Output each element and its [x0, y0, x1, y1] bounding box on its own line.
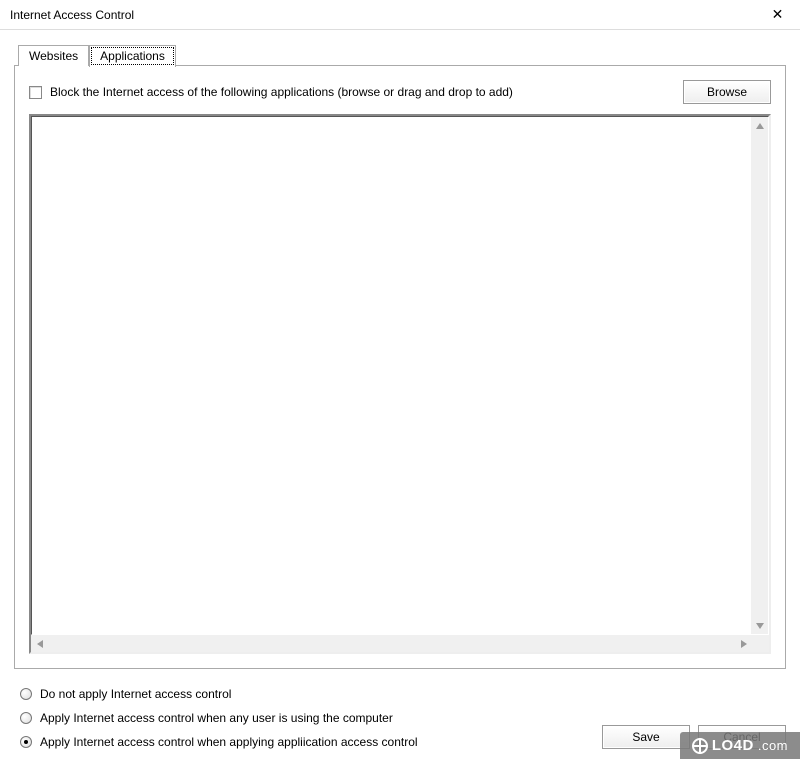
watermark: LO4D .com	[680, 732, 800, 759]
radio-none-label: Do not apply Internet access control	[40, 687, 231, 701]
tab-strip: Websites Applications	[14, 44, 786, 66]
tab-panel-applications: Block the Internet access of the followi…	[14, 65, 786, 669]
applications-listbox[interactable]	[29, 114, 771, 654]
radio-app-access-input[interactable]	[20, 736, 32, 748]
radio-app-access-label: Apply Internet access control when apply…	[40, 735, 418, 749]
list-content[interactable]	[32, 117, 751, 634]
block-checkbox[interactable]	[29, 86, 42, 99]
horizontal-scrollbar[interactable]	[31, 635, 752, 652]
watermark-text: LO4D	[712, 737, 754, 754]
save-button[interactable]: Save	[602, 725, 690, 749]
panel-top-row: Block the Internet access of the followi…	[29, 80, 771, 104]
tab-applications-label: Applications	[100, 49, 165, 63]
watermark-suffix: .com	[758, 738, 788, 753]
window-title: Internet Access Control	[10, 8, 134, 22]
tab-applications[interactable]: Applications	[89, 45, 176, 67]
close-button[interactable]: ✕	[755, 0, 800, 30]
globe-icon	[692, 738, 708, 754]
hscroll-wrap	[31, 635, 769, 652]
window: Internet Access Control ✕ Websites Appli…	[0, 0, 800, 759]
close-icon: ✕	[772, 6, 784, 23]
radio-group: Do not apply Internet access control App…	[14, 687, 418, 749]
radio-any-user-label: Apply Internet access control when any u…	[40, 711, 393, 725]
scroll-up-icon[interactable]	[751, 117, 768, 134]
titlebar: Internet Access Control ✕	[0, 0, 800, 30]
radio-any-user-input[interactable]	[20, 712, 32, 724]
bottom-area: Do not apply Internet access control App…	[14, 671, 786, 749]
radio-any-user[interactable]: Apply Internet access control when any u…	[20, 711, 418, 725]
block-checkbox-label: Block the Internet access of the followi…	[50, 85, 513, 99]
radio-none[interactable]: Do not apply Internet access control	[20, 687, 418, 701]
scroll-corner	[752, 635, 769, 652]
radio-none-input[interactable]	[20, 688, 32, 700]
scroll-left-icon[interactable]	[31, 635, 48, 652]
tab-websites-label: Websites	[29, 49, 78, 63]
content-area: Websites Applications Block the Internet…	[0, 30, 800, 759]
vertical-scrollbar[interactable]	[751, 117, 768, 634]
scroll-down-icon[interactable]	[751, 617, 768, 634]
listbox-inner	[31, 116, 769, 635]
tab-websites[interactable]: Websites	[18, 45, 89, 66]
block-checkbox-row[interactable]: Block the Internet access of the followi…	[29, 85, 513, 99]
radio-app-access[interactable]: Apply Internet access control when apply…	[20, 735, 418, 749]
scroll-right-icon[interactable]	[735, 635, 752, 652]
browse-button[interactable]: Browse	[683, 80, 771, 104]
